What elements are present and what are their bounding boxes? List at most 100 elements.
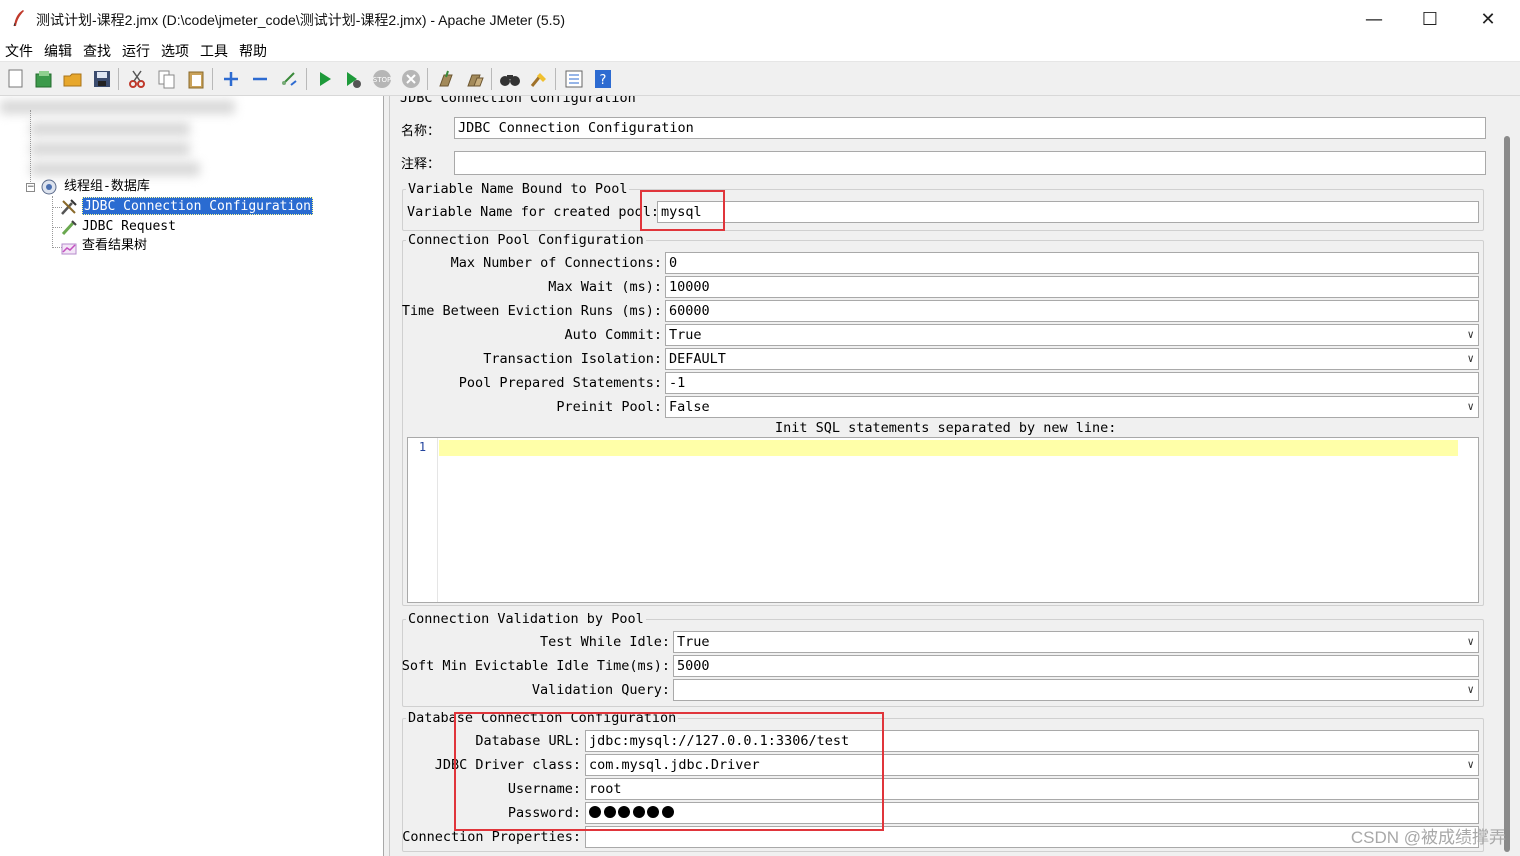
chevron-down-icon: ∨ bbox=[1467, 635, 1474, 648]
preinit-pool-label: Preinit Pool: bbox=[556, 399, 662, 415]
init-sql-editor[interactable]: 1 bbox=[407, 437, 1479, 603]
chevron-down-icon: ∨ bbox=[1467, 352, 1474, 365]
panel-header: JDBC Connection Configuration bbox=[400, 96, 636, 106]
new-icon[interactable] bbox=[5, 68, 27, 90]
collapse-toggle[interactable]: − bbox=[26, 183, 35, 192]
max-connections-label: Max Number of Connections: bbox=[450, 255, 662, 271]
comment-label: 注释： bbox=[401, 157, 441, 172]
auto-commit-select[interactable]: True ∨ bbox=[665, 324, 1479, 346]
test-idle-value: True bbox=[677, 634, 710, 650]
line-number: 1 bbox=[418, 440, 427, 454]
vertical-scrollbar[interactable] bbox=[1498, 96, 1520, 856]
minimize-icon: — bbox=[1365, 8, 1383, 30]
maximize-button[interactable]: ☐ bbox=[1412, 6, 1448, 32]
isolation-value: DEFAULT bbox=[669, 351, 726, 367]
tree-item-jdbc-request[interactable]: JDBC Request bbox=[82, 218, 176, 236]
shutdown-icon[interactable] bbox=[400, 68, 422, 90]
window-title: 测试计划-课程2.jmx (D:\code\jmeter_code\测试计划-课… bbox=[36, 12, 566, 28]
prepared-statements-label: Pool Prepared Statements: bbox=[458, 375, 662, 391]
gear-icon bbox=[41, 179, 57, 195]
watermark: CSDN @被成绩撑弄 bbox=[1350, 828, 1506, 847]
pool-variable-field[interactable]: mysql bbox=[657, 201, 1479, 223]
init-sql-label: Init SQL statements separated by new lin… bbox=[775, 420, 1117, 436]
preinit-pool-value: False bbox=[669, 399, 710, 415]
save-icon[interactable] bbox=[91, 68, 113, 90]
auto-commit-label: Auto Commit: bbox=[564, 327, 662, 343]
validation-query-label: Validation Query: bbox=[531, 682, 670, 698]
start-icon[interactable] bbox=[314, 68, 336, 90]
menu-options[interactable]: 选项 bbox=[161, 41, 189, 61]
eviction-field[interactable]: 60000 bbox=[665, 300, 1479, 322]
max-connections-field[interactable]: 0 bbox=[665, 252, 1479, 274]
paste-icon[interactable] bbox=[185, 68, 207, 90]
isolation-label: Transaction Isolation: bbox=[483, 351, 662, 367]
clear-icon[interactable] bbox=[435, 68, 457, 90]
test-plan-tree: − 线程组-数据库 JDBC Connection Configuration … bbox=[0, 96, 384, 856]
clear-all-icon[interactable] bbox=[464, 68, 486, 90]
menu-bar: 文件 编辑 查找 运行 选项 工具 帮助 bbox=[0, 38, 1520, 62]
copy-icon[interactable] bbox=[156, 68, 178, 90]
preinit-pool-select[interactable]: False ∨ bbox=[665, 396, 1479, 418]
open-icon[interactable] bbox=[62, 68, 84, 90]
blurred-tree-node bbox=[30, 162, 200, 176]
soft-min-label: Soft Min Evictable Idle Time(ms): bbox=[401, 658, 670, 674]
soft-min-field[interactable]: 5000 bbox=[673, 655, 1479, 677]
eviction-label: Time Between Eviction Runs (ms): bbox=[401, 303, 662, 319]
help-icon[interactable]: ? bbox=[592, 68, 614, 90]
menu-tools[interactable]: 工具 bbox=[200, 41, 228, 61]
svg-text:?: ? bbox=[600, 73, 607, 88]
close-icon: ✕ bbox=[1480, 8, 1496, 30]
line-number-gutter: 1 bbox=[408, 438, 438, 602]
chevron-down-icon: ∨ bbox=[1467, 328, 1474, 341]
pool-variable-title: Variable Name Bound to Pool bbox=[406, 181, 630, 197]
start-no-pause-icon[interactable] bbox=[342, 68, 364, 90]
tree-item-results-tree[interactable]: 查看结果树 bbox=[82, 237, 147, 255]
chart-icon bbox=[61, 243, 77, 255]
tree-item-jdbc-config[interactable]: JDBC Connection Configuration bbox=[82, 197, 313, 215]
minimize-button[interactable]: — bbox=[1356, 6, 1392, 32]
menu-edit[interactable]: 编辑 bbox=[44, 41, 72, 61]
test-idle-select[interactable]: True ∨ bbox=[673, 631, 1479, 653]
test-idle-label: Test While Idle: bbox=[539, 634, 670, 650]
prepared-statements-field[interactable]: -1 bbox=[665, 372, 1479, 394]
max-wait-field[interactable]: 10000 bbox=[665, 276, 1479, 298]
comment-field[interactable] bbox=[454, 151, 1486, 175]
expand-icon[interactable] bbox=[220, 68, 242, 90]
isolation-select[interactable]: DEFAULT ∨ bbox=[665, 348, 1479, 370]
close-button[interactable]: ✕ bbox=[1470, 6, 1506, 32]
menu-file[interactable]: 文件 bbox=[5, 41, 33, 61]
menu-help[interactable]: 帮助 bbox=[239, 41, 267, 61]
thread-group-node[interactable]: 线程组-数据库 bbox=[64, 178, 150, 196]
stop-icon[interactable]: STOP bbox=[371, 68, 393, 90]
menu-search[interactable]: 查找 bbox=[83, 41, 111, 61]
title-bar: 测试计划-课程2.jmx (D:\code\jmeter_code\测试计划-课… bbox=[0, 0, 1520, 38]
search-icon[interactable] bbox=[499, 68, 521, 90]
maximize-icon: ☐ bbox=[1421, 8, 1439, 30]
cut-icon[interactable] bbox=[126, 68, 148, 90]
config-panel: JDBC Connection Configuration 名称： JDBC C… bbox=[390, 96, 1498, 856]
toggle-icon[interactable] bbox=[278, 68, 300, 90]
auto-commit-value: True bbox=[669, 327, 702, 343]
chevron-down-icon: ∨ bbox=[1467, 400, 1474, 413]
jmeter-feather-icon bbox=[13, 10, 24, 27]
menu-run[interactable]: 运行 bbox=[122, 41, 150, 61]
validation-query-select[interactable]: ∨ bbox=[673, 679, 1479, 701]
validation-title: Connection Validation by Pool bbox=[406, 611, 646, 627]
reset-search-icon[interactable] bbox=[528, 68, 550, 90]
pool-variable-label: Variable Name for created pool: bbox=[407, 204, 659, 220]
blurred-tree-node bbox=[0, 100, 235, 114]
name-label: 名称： bbox=[401, 124, 441, 139]
templates-icon[interactable] bbox=[33, 68, 55, 90]
collapse-icon[interactable] bbox=[249, 68, 271, 90]
pipette-icon bbox=[61, 220, 77, 236]
chevron-down-icon: ∨ bbox=[1467, 758, 1474, 771]
name-field[interactable]: JDBC Connection Configuration bbox=[454, 117, 1486, 139]
svg-text:STOP: STOP bbox=[373, 76, 391, 84]
function-helper-icon[interactable] bbox=[563, 68, 585, 90]
blurred-tree-node bbox=[30, 122, 190, 136]
blurred-tree-node bbox=[30, 142, 190, 156]
scrollbar-thumb[interactable] bbox=[1504, 136, 1510, 852]
toolbar: STOP ? bbox=[0, 62, 1520, 96]
annotation-highlight bbox=[454, 712, 884, 831]
connection-properties-label: Connection Properties: bbox=[402, 829, 581, 845]
